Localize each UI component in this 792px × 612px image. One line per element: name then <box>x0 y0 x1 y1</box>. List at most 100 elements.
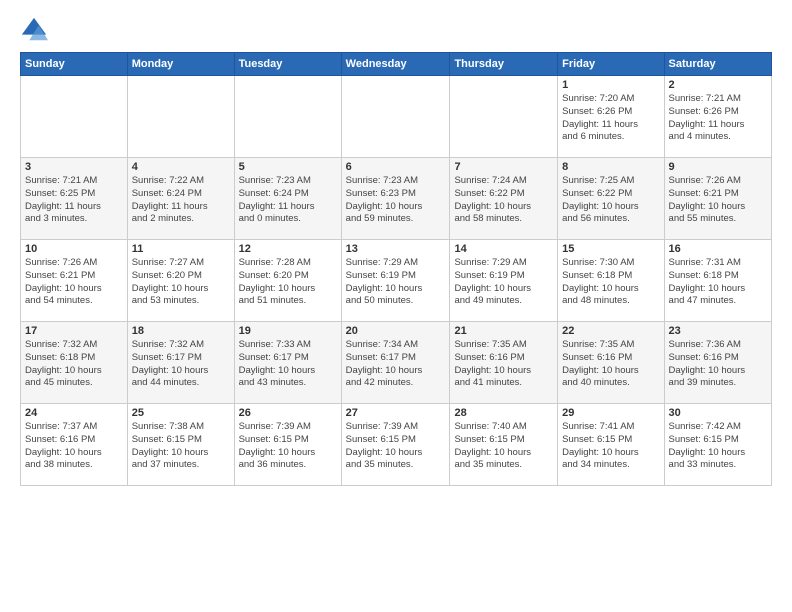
calendar-cell: 12Sunrise: 7:28 AM Sunset: 6:20 PM Dayli… <box>234 240 341 322</box>
day-number: 20 <box>346 325 446 337</box>
day-number: 30 <box>669 407 767 419</box>
calendar-day-header: Monday <box>127 53 234 76</box>
day-info: Sunrise: 7:33 AM Sunset: 6:17 PM Dayligh… <box>239 339 337 390</box>
calendar-week-row: 3Sunrise: 7:21 AM Sunset: 6:25 PM Daylig… <box>21 158 772 240</box>
day-number: 2 <box>669 79 767 91</box>
calendar-cell: 25 Sunrise: 7:38 AM Sunset: 6:15 PM Dayli… <box>127 404 234 486</box>
page: SundayMondayTuesdayWednesdayThursdayFrid… <box>0 0 792 612</box>
day-info: Sunrise: 7:23 AM Sunset: 6:23 PM Dayligh… <box>346 175 446 226</box>
calendar-cell: 30 Sunrise: 7:42 AM Sunset: 6:15 PM Dayli… <box>664 404 771 486</box>
calendar-cell: 7 Sunrise: 7:24 AM Sunset: 6:22 PM Daylig… <box>450 158 558 240</box>
calendar-cell: 27 Sunrise: 7:39 AM Sunset: 6:15 PM Dayli… <box>341 404 450 486</box>
calendar-cell: 8Sunrise: 7:25 AM Sunset: 6:22 PM Daylig… <box>558 158 664 240</box>
day-number: 16 <box>669 243 767 255</box>
day-number: 27 <box>346 407 446 419</box>
day-number: 5 <box>239 161 337 173</box>
day-number: 29 <box>562 407 659 419</box>
calendar-day-header: Saturday <box>664 53 771 76</box>
day-number: 26 <box>239 407 337 419</box>
calendar-week-row: 1 Sunrise: 7:20 AM Sunset: 6:26 PM Daylig… <box>21 76 772 158</box>
day-number: 13 <box>346 243 446 255</box>
day-number: 15 <box>562 243 659 255</box>
calendar-cell: 24 Sunrise: 7:37 AM Sunset: 6:16 PM Dayli… <box>21 404 128 486</box>
calendar-week-row: 24 Sunrise: 7:37 AM Sunset: 6:16 PM Dayli… <box>21 404 772 486</box>
calendar-day-header: Tuesday <box>234 53 341 76</box>
day-number: 1 <box>562 79 659 91</box>
calendar-cell: 17 Sunrise: 7:32 AM Sunset: 6:18 PM Dayli… <box>21 322 128 404</box>
calendar-cell <box>341 76 450 158</box>
calendar-cell <box>21 76 128 158</box>
day-info: Sunrise: 7:36 AM Sunset: 6:16 PM Dayligh… <box>669 339 767 390</box>
calendar-cell: 3Sunrise: 7:21 AM Sunset: 6:25 PM Daylig… <box>21 158 128 240</box>
day-info: Sunrise: 7:32 AM Sunset: 6:18 PM Dayligh… <box>25 339 123 390</box>
day-info: Sunrise: 7:41 AM Sunset: 6:15 PM Dayligh… <box>562 421 659 472</box>
day-info: Sunrise: 7:27 AM Sunset: 6:20 PM Dayligh… <box>132 257 230 308</box>
day-number: 22 <box>562 325 659 337</box>
day-info: Sunrise: 7:39 AM Sunset: 6:15 PM Dayligh… <box>346 421 446 472</box>
calendar-cell: 19 Sunrise: 7:33 AM Sunset: 6:17 PM Dayli… <box>234 322 341 404</box>
calendar: SundayMondayTuesdayWednesdayThursdayFrid… <box>20 52 772 486</box>
calendar-day-header: Wednesday <box>341 53 450 76</box>
calendar-cell: 6 Sunrise: 7:23 AM Sunset: 6:23 PM Daylig… <box>341 158 450 240</box>
day-info: Sunrise: 7:30 AM Sunset: 6:18 PM Dayligh… <box>562 257 659 308</box>
day-info: Sunrise: 7:29 AM Sunset: 6:19 PM Dayligh… <box>454 257 553 308</box>
calendar-cell: 29 Sunrise: 7:41 AM Sunset: 6:15 PM Dayli… <box>558 404 664 486</box>
calendar-cell: 23Sunrise: 7:36 AM Sunset: 6:16 PM Dayli… <box>664 322 771 404</box>
day-number: 9 <box>669 161 767 173</box>
day-info: Sunrise: 7:24 AM Sunset: 6:22 PM Dayligh… <box>454 175 553 226</box>
day-info: Sunrise: 7:38 AM Sunset: 6:15 PM Dayligh… <box>132 421 230 472</box>
day-info: Sunrise: 7:39 AM Sunset: 6:15 PM Dayligh… <box>239 421 337 472</box>
day-number: 4 <box>132 161 230 173</box>
calendar-cell: 11 Sunrise: 7:27 AM Sunset: 6:20 PM Dayli… <box>127 240 234 322</box>
calendar-cell: 20 Sunrise: 7:34 AM Sunset: 6:17 PM Dayli… <box>341 322 450 404</box>
day-info: Sunrise: 7:25 AM Sunset: 6:22 PM Dayligh… <box>562 175 659 226</box>
calendar-cell <box>127 76 234 158</box>
day-info: Sunrise: 7:35 AM Sunset: 6:16 PM Dayligh… <box>454 339 553 390</box>
day-info: Sunrise: 7:31 AM Sunset: 6:18 PM Dayligh… <box>669 257 767 308</box>
day-info: Sunrise: 7:42 AM Sunset: 6:15 PM Dayligh… <box>669 421 767 472</box>
calendar-cell <box>450 76 558 158</box>
day-number: 19 <box>239 325 337 337</box>
calendar-cell: 26 Sunrise: 7:39 AM Sunset: 6:15 PM Dayli… <box>234 404 341 486</box>
calendar-cell: 9 Sunrise: 7:26 AM Sunset: 6:21 PM Daylig… <box>664 158 771 240</box>
day-info: Sunrise: 7:32 AM Sunset: 6:17 PM Dayligh… <box>132 339 230 390</box>
day-info: Sunrise: 7:29 AM Sunset: 6:19 PM Dayligh… <box>346 257 446 308</box>
day-number: 17 <box>25 325 123 337</box>
calendar-cell: 28Sunrise: 7:40 AM Sunset: 6:15 PM Dayli… <box>450 404 558 486</box>
calendar-day-header: Sunday <box>21 53 128 76</box>
logo-icon <box>20 16 48 44</box>
calendar-cell: 2Sunrise: 7:21 AM Sunset: 6:26 PM Daylig… <box>664 76 771 158</box>
day-number: 24 <box>25 407 123 419</box>
day-info: Sunrise: 7:34 AM Sunset: 6:17 PM Dayligh… <box>346 339 446 390</box>
day-info: Sunrise: 7:21 AM Sunset: 6:25 PM Dayligh… <box>25 175 123 226</box>
logo <box>20 16 54 44</box>
calendar-cell: 14 Sunrise: 7:29 AM Sunset: 6:19 PM Dayli… <box>450 240 558 322</box>
day-number: 7 <box>454 161 553 173</box>
calendar-header-row: SundayMondayTuesdayWednesdayThursdayFrid… <box>21 53 772 76</box>
day-info: Sunrise: 7:26 AM Sunset: 6:21 PM Dayligh… <box>669 175 767 226</box>
day-info: Sunrise: 7:26 AM Sunset: 6:21 PM Dayligh… <box>25 257 123 308</box>
day-number: 25 <box>132 407 230 419</box>
calendar-cell: 21Sunrise: 7:35 AM Sunset: 6:16 PM Dayli… <box>450 322 558 404</box>
day-number: 14 <box>454 243 553 255</box>
calendar-day-header: Thursday <box>450 53 558 76</box>
day-info: Sunrise: 7:35 AM Sunset: 6:16 PM Dayligh… <box>562 339 659 390</box>
calendar-cell: 15 Sunrise: 7:30 AM Sunset: 6:18 PM Dayli… <box>558 240 664 322</box>
calendar-cell: 4Sunrise: 7:22 AM Sunset: 6:24 PM Daylig… <box>127 158 234 240</box>
calendar-week-row: 17 Sunrise: 7:32 AM Sunset: 6:18 PM Dayli… <box>21 322 772 404</box>
calendar-cell: 10Sunrise: 7:26 AM Sunset: 6:21 PM Dayli… <box>21 240 128 322</box>
calendar-cell: 13 Sunrise: 7:29 AM Sunset: 6:19 PM Dayli… <box>341 240 450 322</box>
calendar-day-header: Friday <box>558 53 664 76</box>
day-number: 28 <box>454 407 553 419</box>
day-info: Sunrise: 7:23 AM Sunset: 6:24 PM Dayligh… <box>239 175 337 226</box>
calendar-cell <box>234 76 341 158</box>
calendar-week-row: 10Sunrise: 7:26 AM Sunset: 6:21 PM Dayli… <box>21 240 772 322</box>
calendar-cell: 16 Sunrise: 7:31 AM Sunset: 6:18 PM Dayli… <box>664 240 771 322</box>
day-number: 18 <box>132 325 230 337</box>
day-number: 6 <box>346 161 446 173</box>
day-number: 11 <box>132 243 230 255</box>
day-info: Sunrise: 7:20 AM Sunset: 6:26 PM Dayligh… <box>562 93 659 144</box>
day-info: Sunrise: 7:37 AM Sunset: 6:16 PM Dayligh… <box>25 421 123 472</box>
calendar-cell: 22 Sunrise: 7:35 AM Sunset: 6:16 PM Dayli… <box>558 322 664 404</box>
day-number: 12 <box>239 243 337 255</box>
